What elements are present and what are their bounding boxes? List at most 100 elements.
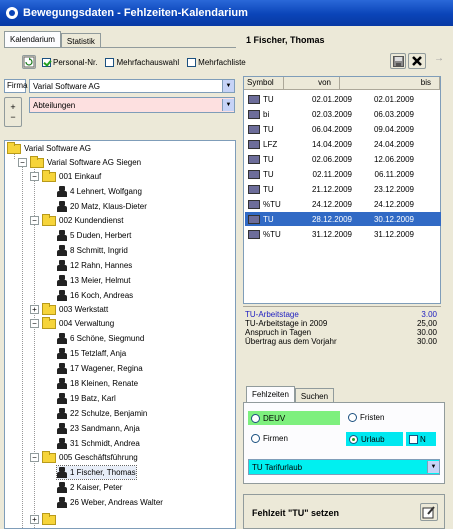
tree-node-employee[interactable]: 31 Schmidt, Andrea	[57, 437, 140, 450]
n-option[interactable]: N	[406, 432, 436, 446]
stat-row: Anspruch in Tagen 30.00	[245, 328, 437, 337]
person-icon	[57, 245, 67, 256]
firmen-radio[interactable]	[251, 434, 260, 443]
tree-node-employee[interactable]: 26 Weber, Andreas Walter	[57, 496, 163, 509]
tree-node-department[interactable]: 002 Kundendienst	[42, 213, 124, 227]
tree-node-department[interactable]: 005 Geschäftsführung	[42, 450, 138, 464]
collapse-toggle[interactable]: −	[30, 172, 39, 181]
tree-node-employee[interactable]: 4 Lehnert, Wolfgang	[57, 185, 142, 198]
expand-toggle[interactable]: +	[30, 305, 39, 314]
tab-suchen[interactable]: Suchen	[294, 388, 335, 402]
tab-fehlzeiten[interactable]: Fehlzeiten	[246, 386, 295, 402]
expand-toggle[interactable]: +	[30, 515, 39, 524]
tree-node-department[interactable]: 004 Verwaltung	[42, 316, 114, 330]
refresh-button[interactable]	[22, 55, 36, 69]
calendar-entry-icon	[248, 154, 260, 164]
urlaub-option[interactable]: Urlaub	[346, 432, 403, 446]
tree-node-employee[interactable]: 15 Tetzlaff, Anja	[57, 347, 126, 360]
table-row[interactable]: bi 02.03.2009 06.03.2009	[245, 107, 441, 121]
deuv-radio[interactable]	[251, 413, 260, 423]
delete-button[interactable]	[408, 53, 426, 69]
urlaub-radio[interactable]	[349, 434, 358, 444]
firmen-option[interactable]: Firmen	[251, 434, 288, 443]
table-row[interactable]: LFZ 14.04.2009 24.04.2009	[245, 137, 441, 151]
absence-list[interactable]: Symbol von bis TU 02.01.2009 02.01.2009 bi 0…	[243, 76, 441, 304]
collapse-toggle[interactable]: −	[30, 216, 39, 225]
table-row[interactable]: %TU 31.12.2009 31.12.2009	[245, 227, 441, 241]
stats-panel: TU-Arbeitstage 3.00 TU-Arbeitstage in 200…	[245, 310, 437, 346]
n-checkbox[interactable]	[409, 434, 418, 444]
calendar-entry-icon	[248, 184, 260, 194]
plus-icon: +	[10, 102, 16, 112]
mehrfachauswahl-checkbox[interactable]	[105, 58, 115, 67]
folder-icon	[42, 169, 56, 182]
mehrfachauswahl-option[interactable]: Mehrfachauswahl	[105, 58, 179, 67]
cell-symbol: TU	[263, 124, 274, 134]
cell-von: 31.12.2009	[311, 229, 352, 239]
tree-node-employee[interactable]: 22 Schulze, Benjamin	[57, 407, 147, 420]
tree-node-employee[interactable]: 12 Rahn, Hannes	[57, 259, 132, 272]
column-header-symbol[interactable]: Symbol	[244, 77, 284, 90]
collapse-toggle[interactable]: −	[30, 319, 39, 328]
tree-node-employee[interactable]: 5 Duden, Herbert	[57, 229, 131, 242]
tree-node-employee[interactable]: 17 Wagener, Regina	[57, 362, 143, 375]
mehrfachliste-checkbox[interactable]	[187, 58, 197, 67]
table-row[interactable]: %TU 24.12.2009 24.12.2009	[245, 197, 441, 211]
stat-row: Übertrag aus dem Vorjahr 30.00	[245, 337, 437, 346]
tree-node-employee-selected[interactable]: 1 Fischer, Thomas	[56, 465, 137, 480]
table-row[interactable]: TU 02.11.2009 06.11.2009	[245, 167, 441, 181]
collapse-toggle[interactable]: −	[18, 158, 27, 167]
tree-node-employee[interactable]: 18 Kleinen, Renate	[57, 377, 138, 390]
abteilungen-select[interactable]: Abteilungen ▼	[29, 97, 235, 113]
column-header-von[interactable]: von	[284, 77, 340, 90]
set-absence-button[interactable]	[420, 503, 438, 521]
chevron-down-icon: ▼	[427, 461, 439, 473]
table-row[interactable]: TU 21.12.2009 23.12.2009	[245, 182, 441, 196]
table-row[interactable]: TU 06.04.2009 09.04.2009	[245, 122, 441, 136]
firma-select[interactable]: Varial Software AG ▼	[29, 79, 235, 93]
cell-von: 24.12.2009	[311, 199, 352, 209]
employee-tree[interactable]: Varial Software AG − Varial Software AG …	[4, 140, 236, 529]
person-icon	[57, 186, 67, 197]
tree-node-department[interactable]: 001 Einkauf	[42, 169, 101, 183]
tree-node-employee[interactable]: 13 Meier, Helmut	[57, 274, 130, 287]
cell-symbol: TU	[263, 94, 274, 104]
mehrfachliste-option[interactable]: Mehrfachliste	[187, 58, 246, 67]
fristen-radio[interactable]	[348, 413, 357, 422]
next-arrow-icon[interactable]: →	[430, 53, 453, 69]
tree-node-site[interactable]: Varial Software AG Siegen	[30, 155, 141, 169]
calendar-entry-icon	[248, 229, 260, 239]
person-icon	[57, 393, 67, 404]
deuv-option[interactable]: DEUV	[248, 411, 340, 425]
person-icon	[57, 201, 67, 212]
person-icon	[57, 290, 67, 301]
stat-row: TU-Arbeitstage in 2009 25,00	[245, 319, 437, 328]
fristen-option[interactable]: Fristen	[348, 413, 384, 422]
tree-node-employee[interactable]: 2 Kaiser, Peter	[57, 481, 122, 494]
tab-kalendarium[interactable]: Kalendarium	[4, 31, 61, 47]
table-row-selected[interactable]: TU 28.12.2009 30.12.2009	[245, 212, 441, 226]
tree-node-employee[interactable]: 19 Batz, Karl	[57, 392, 116, 405]
tab-statistik[interactable]: Statistik	[60, 33, 101, 47]
tree-node-employee[interactable]: 16 Koch, Andreas	[57, 289, 133, 302]
collapse-toggle[interactable]: −	[30, 453, 39, 462]
tree-node-department[interactable]: 003 Werkstatt	[42, 302, 108, 316]
person-icon	[57, 467, 67, 478]
column-header-bis[interactable]: bis	[340, 77, 440, 90]
person-icon	[57, 230, 67, 241]
personalnr-checkbox[interactable]	[42, 58, 51, 67]
person-icon	[57, 423, 67, 434]
tree-node-employee[interactable]: 20 Matz, Klaus-Dieter	[57, 200, 147, 213]
expand-collapse-button[interactable]: + −	[4, 97, 22, 127]
table-row[interactable]: TU 02.06.2009 12.06.2009	[245, 152, 441, 166]
tree-node-employee[interactable]: 6 Schöne, Siegmund	[57, 332, 144, 345]
options-row: Personal-Nr. Mehrfachauswahl Mehrfachlis…	[42, 58, 254, 67]
save-button[interactable]	[390, 53, 406, 69]
tree-node-employee[interactable]: 8 Schmitt, Ingrid	[57, 244, 128, 257]
personalnr-option[interactable]: Personal-Nr.	[42, 58, 97, 67]
tree-node-department-partial[interactable]	[42, 512, 59, 526]
tree-node-employee[interactable]: 23 Sandmann, Anja	[57, 422, 140, 435]
fehlzeit-select[interactable]: TU Tarifurlaub ▼	[248, 459, 440, 475]
table-row[interactable]: TU 02.01.2009 02.01.2009	[245, 92, 441, 106]
tree-node-company[interactable]: Varial Software AG	[7, 141, 91, 155]
